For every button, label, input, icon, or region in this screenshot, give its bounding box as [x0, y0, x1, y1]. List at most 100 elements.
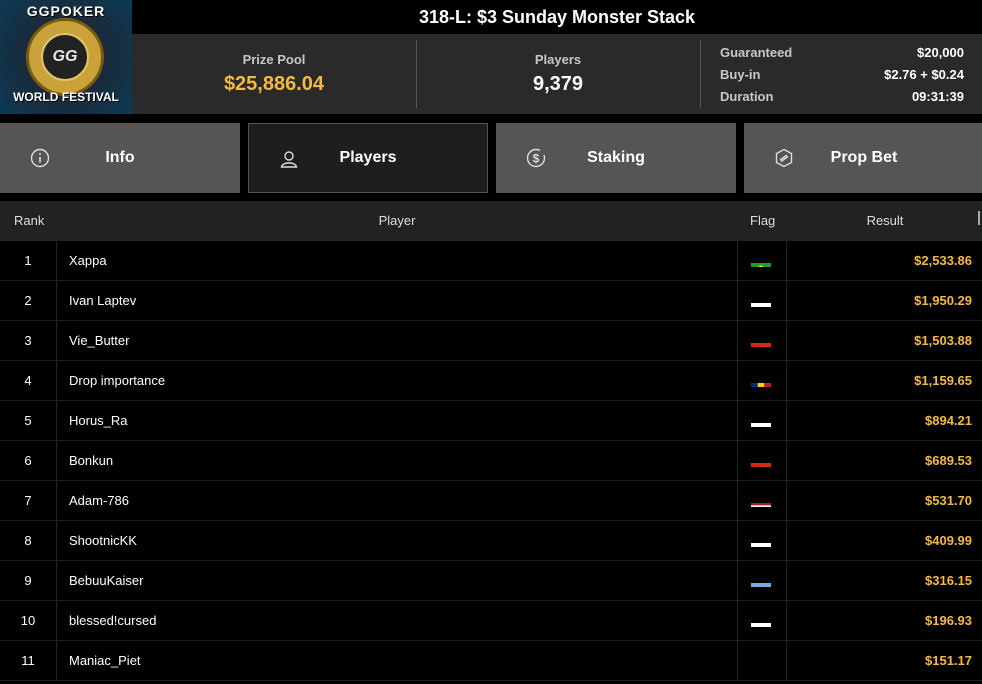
flag-cell [738, 481, 786, 520]
player-name-cell[interactable]: BebuuKaiser [57, 561, 737, 600]
table-row[interactable]: 9 BebuuKaiser $316.15 [0, 561, 982, 601]
player-name-cell[interactable]: Vie_Butter [57, 321, 737, 360]
table-header: Rank Player Flag Result [0, 201, 982, 241]
rank-cell: 3 [24, 333, 32, 348]
tab-staking[interactable]: $ Staking [496, 123, 736, 193]
argentina-flag-icon [751, 573, 771, 587]
result-cell: $151.17 [925, 653, 972, 668]
flag-cell [738, 321, 786, 360]
ggpoker-world-festival-logo: GGPOKER GG WORLD FESTIVAL [0, 0, 132, 114]
flag-cell [738, 241, 786, 280]
russia-flag-icon [751, 293, 771, 307]
rank-cell: 10 [20, 613, 36, 628]
players-label: Players [534, 52, 582, 67]
rank-cell: 11 [21, 653, 35, 668]
logo-mark: GG [41, 33, 89, 81]
svg-text:$: $ [533, 152, 540, 166]
romania-flag-icon [751, 373, 771, 387]
table-row[interactable]: 11 Maniac_Piet $151.17 [0, 641, 982, 681]
prize-pool-label: Prize Pool [242, 52, 306, 67]
detail-row-buy-in: Buy-in $2.76 + $0.24 [720, 64, 964, 86]
player-name-cell[interactable]: Horus_Ra [57, 401, 737, 440]
scrollbar-thumb[interactable] [978, 211, 980, 225]
table-row[interactable]: 2 Ivan Laptev $1,950.29 [0, 281, 982, 321]
result-cell: $689.53 [925, 453, 972, 468]
detail-key: Duration [720, 89, 774, 104]
players-value: 9,379 [532, 73, 584, 95]
table-row[interactable]: 10 blessed!cursed $196.93 [0, 601, 982, 641]
flag-cell [738, 561, 786, 600]
result-cell: $1,950.29 [914, 293, 972, 308]
player-name-cell[interactable]: ShootnicKK [57, 521, 737, 560]
russia-flag-icon [751, 413, 771, 427]
player-name-cell[interactable]: Adam-786 [57, 481, 737, 520]
prop-bet-icon [775, 148, 793, 168]
detail-value: 09:31:39 [911, 89, 964, 104]
player-name-cell[interactable]: Drop importance [57, 361, 737, 400]
thailand-flag-icon [751, 493, 771, 507]
player-name-cell[interactable]: Ivan Laptev [57, 281, 737, 320]
detail-row-guaranteed: Guaranteed $20,000 [720, 42, 964, 64]
tab-prop-bet[interactable]: Prop Bet [744, 123, 982, 193]
flag-cell [738, 441, 786, 480]
result-cell: $409.99 [925, 533, 972, 548]
brazil-flag-icon [751, 253, 771, 267]
info-icon [30, 148, 50, 168]
tournament-stats-panel: Prize Pool $25,886.04 Players 9,379 Guar… [132, 34, 982, 114]
header-rank[interactable]: Rank [0, 201, 56, 241]
rank-cell: 2 [24, 293, 32, 308]
tab-players[interactable]: Players [248, 123, 488, 193]
flag-cell [738, 281, 786, 320]
russia-flag-icon [751, 533, 771, 547]
logo-top-text: GGPOKER [26, 3, 106, 19]
flag-cell [738, 361, 786, 400]
detail-value: $20,000 [917, 45, 964, 60]
table-row[interactable]: 3 Vie_Butter $1,503.88 [0, 321, 982, 361]
stats-divider [700, 40, 701, 108]
detail-row-duration: Duration 09:31:39 [720, 86, 964, 108]
flag-cell [738, 601, 786, 640]
rank-cell: 1 [24, 253, 32, 268]
result-cell: $316.15 [925, 573, 972, 588]
rank-cell: 6 [24, 453, 32, 468]
vietnam-flag-icon [751, 453, 771, 467]
tab-bar: Info Players $ Staking Prop Bet [0, 123, 982, 193]
dollar-coin-icon: $ [526, 148, 546, 168]
detail-key: Guaranteed [720, 45, 793, 60]
rank-cell: 8 [24, 533, 32, 548]
table-row[interactable]: 5 Horus_Ra $894.21 [0, 401, 982, 441]
player-name-cell[interactable]: Maniac_Piet [57, 641, 737, 680]
rank-cell: 9 [24, 573, 32, 588]
table-row[interactable]: 4 Drop importance $1,159.65 [0, 361, 982, 401]
poker-chip-icon: GG [26, 18, 104, 96]
table-row[interactable]: 1 Xappa $2,533.86 [0, 241, 982, 281]
result-cell: $2,533.86 [914, 253, 972, 268]
table-row[interactable]: 7 Adam-786 $531.70 [0, 481, 982, 521]
header-result[interactable]: Result [787, 201, 982, 241]
players-table: Rank Player Flag Result 1 Xappa $2,533.86 2… [0, 201, 982, 681]
flag-cell [738, 641, 786, 680]
table-row[interactable]: 8 ShootnicKK $409.99 [0, 521, 982, 561]
tab-info[interactable]: Info [0, 123, 240, 193]
tournament-title: 318-L: $3 Sunday Monster Stack [132, 0, 982, 34]
user-icon [280, 151, 298, 168]
flag-cell [738, 521, 786, 560]
rank-cell: 7 [24, 493, 32, 508]
flag-cell [738, 401, 786, 440]
vietnam-flag-icon [751, 333, 771, 347]
player-name-cell[interactable]: Bonkun [57, 441, 737, 480]
player-name-cell[interactable]: Xappa [57, 241, 737, 280]
result-cell: $894.21 [925, 413, 972, 428]
result-cell: $196.93 [925, 613, 972, 628]
rank-cell: 5 [24, 413, 32, 428]
logo-bottom-text: WORLD FESTIVAL [13, 90, 119, 104]
table-row[interactable]: 6 Bonkun $689.53 [0, 441, 982, 481]
prize-pool-value: $25,886.04 [223, 73, 325, 95]
detail-value: $2.76 + $0.24 [884, 67, 964, 82]
result-cell: $531.70 [925, 493, 972, 508]
player-name-cell[interactable]: blessed!cursed [57, 601, 737, 640]
header-player[interactable]: Player [57, 201, 737, 241]
germany-flag-icon [751, 653, 771, 667]
rank-cell: 4 [24, 373, 32, 388]
players-stat: Players 9,379 [416, 34, 700, 114]
